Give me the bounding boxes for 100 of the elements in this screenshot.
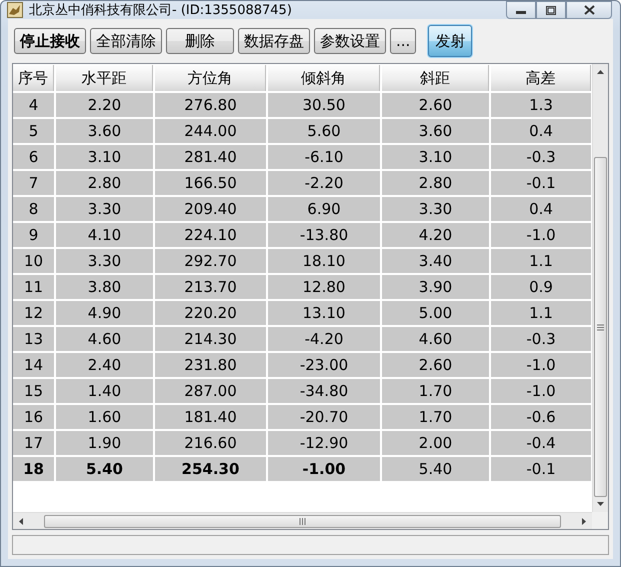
table-cell: 30.50 bbox=[268, 93, 380, 117]
horizontal-scrollbar[interactable] bbox=[13, 512, 592, 529]
toolbar-button[interactable]: 停止接收 bbox=[14, 28, 86, 54]
table-cell: 2.20 bbox=[56, 93, 153, 117]
table-cell: -4.20 bbox=[268, 327, 380, 351]
table-cell: 209.40 bbox=[155, 197, 266, 221]
table-cell: 18 bbox=[13, 457, 54, 481]
table-cell: 6 bbox=[13, 145, 54, 169]
left-arrow-icon[interactable] bbox=[17, 516, 26, 526]
table-cell: -0.4 bbox=[491, 431, 591, 455]
table-cell: 281.40 bbox=[155, 145, 266, 169]
table-cell: -0.6 bbox=[491, 405, 591, 429]
table-cell: -12.90 bbox=[268, 431, 380, 455]
table-cell: 4.20 bbox=[382, 223, 489, 247]
table-cell: 3.30 bbox=[56, 249, 153, 273]
table-cell: 1.40 bbox=[56, 379, 153, 403]
table-cell: -1.0 bbox=[491, 223, 591, 247]
toolbar-button[interactable]: 删除 bbox=[166, 28, 234, 54]
column-header[interactable]: 高差 bbox=[491, 65, 591, 91]
table-cell: -0.1 bbox=[491, 457, 591, 481]
column-header[interactable]: 水平距 bbox=[56, 65, 153, 91]
table-cell: -1.0 bbox=[491, 353, 591, 377]
grip-icon bbox=[299, 518, 306, 524]
table-cell: 292.70 bbox=[155, 249, 266, 273]
table-cell: 0.9 bbox=[491, 275, 591, 299]
column-header[interactable]: 方位角 bbox=[155, 65, 266, 91]
table-cell: -1.00 bbox=[268, 457, 380, 481]
table-cell: 220.20 bbox=[155, 301, 266, 325]
table-cell: 4.10 bbox=[56, 223, 153, 247]
table-cell: 6.90 bbox=[268, 197, 380, 221]
table-cell: 2.60 bbox=[382, 93, 489, 117]
scrollbar-thumb[interactable] bbox=[44, 514, 561, 528]
table-cell: 3.60 bbox=[56, 119, 153, 143]
up-arrow-icon[interactable] bbox=[596, 68, 605, 77]
maximize-button[interactable] bbox=[536, 1, 566, 19]
table-cell: 213.70 bbox=[155, 275, 266, 299]
table-cell: 16 bbox=[13, 405, 54, 429]
table-cell: 18.10 bbox=[268, 249, 380, 273]
table-cell: 1.90 bbox=[56, 431, 153, 455]
vertical-scrollbar[interactable] bbox=[592, 64, 608, 512]
table-cell: 12 bbox=[13, 301, 54, 325]
table-cell: -0.1 bbox=[491, 171, 591, 195]
toolbar-button[interactable]: ... bbox=[390, 28, 416, 54]
table-cell: 214.30 bbox=[155, 327, 266, 351]
table-cell: 5.00 bbox=[382, 301, 489, 325]
app-icon bbox=[7, 2, 23, 18]
table-cell: 4.60 bbox=[382, 327, 489, 351]
table-cell: 254.30 bbox=[155, 457, 266, 481]
scrollbar-thumb[interactable] bbox=[594, 157, 607, 497]
toolbar-button[interactable]: 数据存盘 bbox=[238, 28, 310, 54]
down-arrow-icon[interactable] bbox=[596, 499, 605, 508]
table-cell: 3.60 bbox=[382, 119, 489, 143]
table-cell: 13 bbox=[13, 327, 54, 351]
table-cell: 231.80 bbox=[155, 353, 266, 377]
table-cell: -6.10 bbox=[268, 145, 380, 169]
table-cell: 5.40 bbox=[56, 457, 153, 481]
table-cell: 12.80 bbox=[268, 275, 380, 299]
table-cell: 5.60 bbox=[268, 119, 380, 143]
table-cell: 3.10 bbox=[56, 145, 153, 169]
column-header[interactable]: 倾斜角 bbox=[268, 65, 380, 91]
table-cell: 5.40 bbox=[382, 457, 489, 481]
table-cell: 13.10 bbox=[268, 301, 380, 325]
table-cell: -0.3 bbox=[491, 327, 591, 351]
table-cell: 5 bbox=[13, 119, 54, 143]
minimize-button[interactable] bbox=[506, 1, 536, 19]
table-cell: 2.80 bbox=[56, 171, 153, 195]
grip-icon bbox=[597, 324, 604, 330]
table-cell: 1.70 bbox=[382, 405, 489, 429]
table-cell: 14 bbox=[13, 353, 54, 377]
table-cell: 216.60 bbox=[155, 431, 266, 455]
table-cell: 3.30 bbox=[56, 197, 153, 221]
table-cell: 166.50 bbox=[155, 171, 266, 195]
table-cell: 1.70 bbox=[382, 379, 489, 403]
table-cell: 15 bbox=[13, 379, 54, 403]
toolbar-button[interactable]: 发射 bbox=[428, 25, 472, 57]
table-cell: 287.00 bbox=[155, 379, 266, 403]
window-title: 北京丛中俏科技有限公司- (ID:1355088745) bbox=[29, 2, 293, 19]
maximize-icon bbox=[546, 6, 556, 14]
table-cell: 17 bbox=[13, 431, 54, 455]
table-cell: -20.70 bbox=[268, 405, 380, 429]
close-button[interactable] bbox=[566, 1, 612, 19]
table-cell: 10 bbox=[13, 249, 54, 273]
table-cell: 7 bbox=[13, 171, 54, 195]
close-icon bbox=[584, 5, 594, 15]
right-arrow-icon[interactable] bbox=[579, 516, 588, 526]
column-header[interactable]: 斜距 bbox=[382, 65, 489, 91]
table-cell: 9 bbox=[13, 223, 54, 247]
table-cell: 4.90 bbox=[56, 301, 153, 325]
table-cell: 3.30 bbox=[382, 197, 489, 221]
table-cell: 1.60 bbox=[56, 405, 153, 429]
toolbar-button[interactable]: 参数设置 bbox=[314, 28, 386, 54]
table-cell: 2.80 bbox=[382, 171, 489, 195]
toolbar-button[interactable]: 全部清除 bbox=[90, 28, 162, 54]
table-cell: 1.3 bbox=[491, 93, 591, 117]
table-cell: 2.40 bbox=[56, 353, 153, 377]
table-cell: 276.80 bbox=[155, 93, 266, 117]
table-cell: 2.00 bbox=[382, 431, 489, 455]
table-cell: 224.10 bbox=[155, 223, 266, 247]
column-header[interactable]: 序号 bbox=[13, 65, 54, 91]
table-cell: -0.3 bbox=[491, 145, 591, 169]
